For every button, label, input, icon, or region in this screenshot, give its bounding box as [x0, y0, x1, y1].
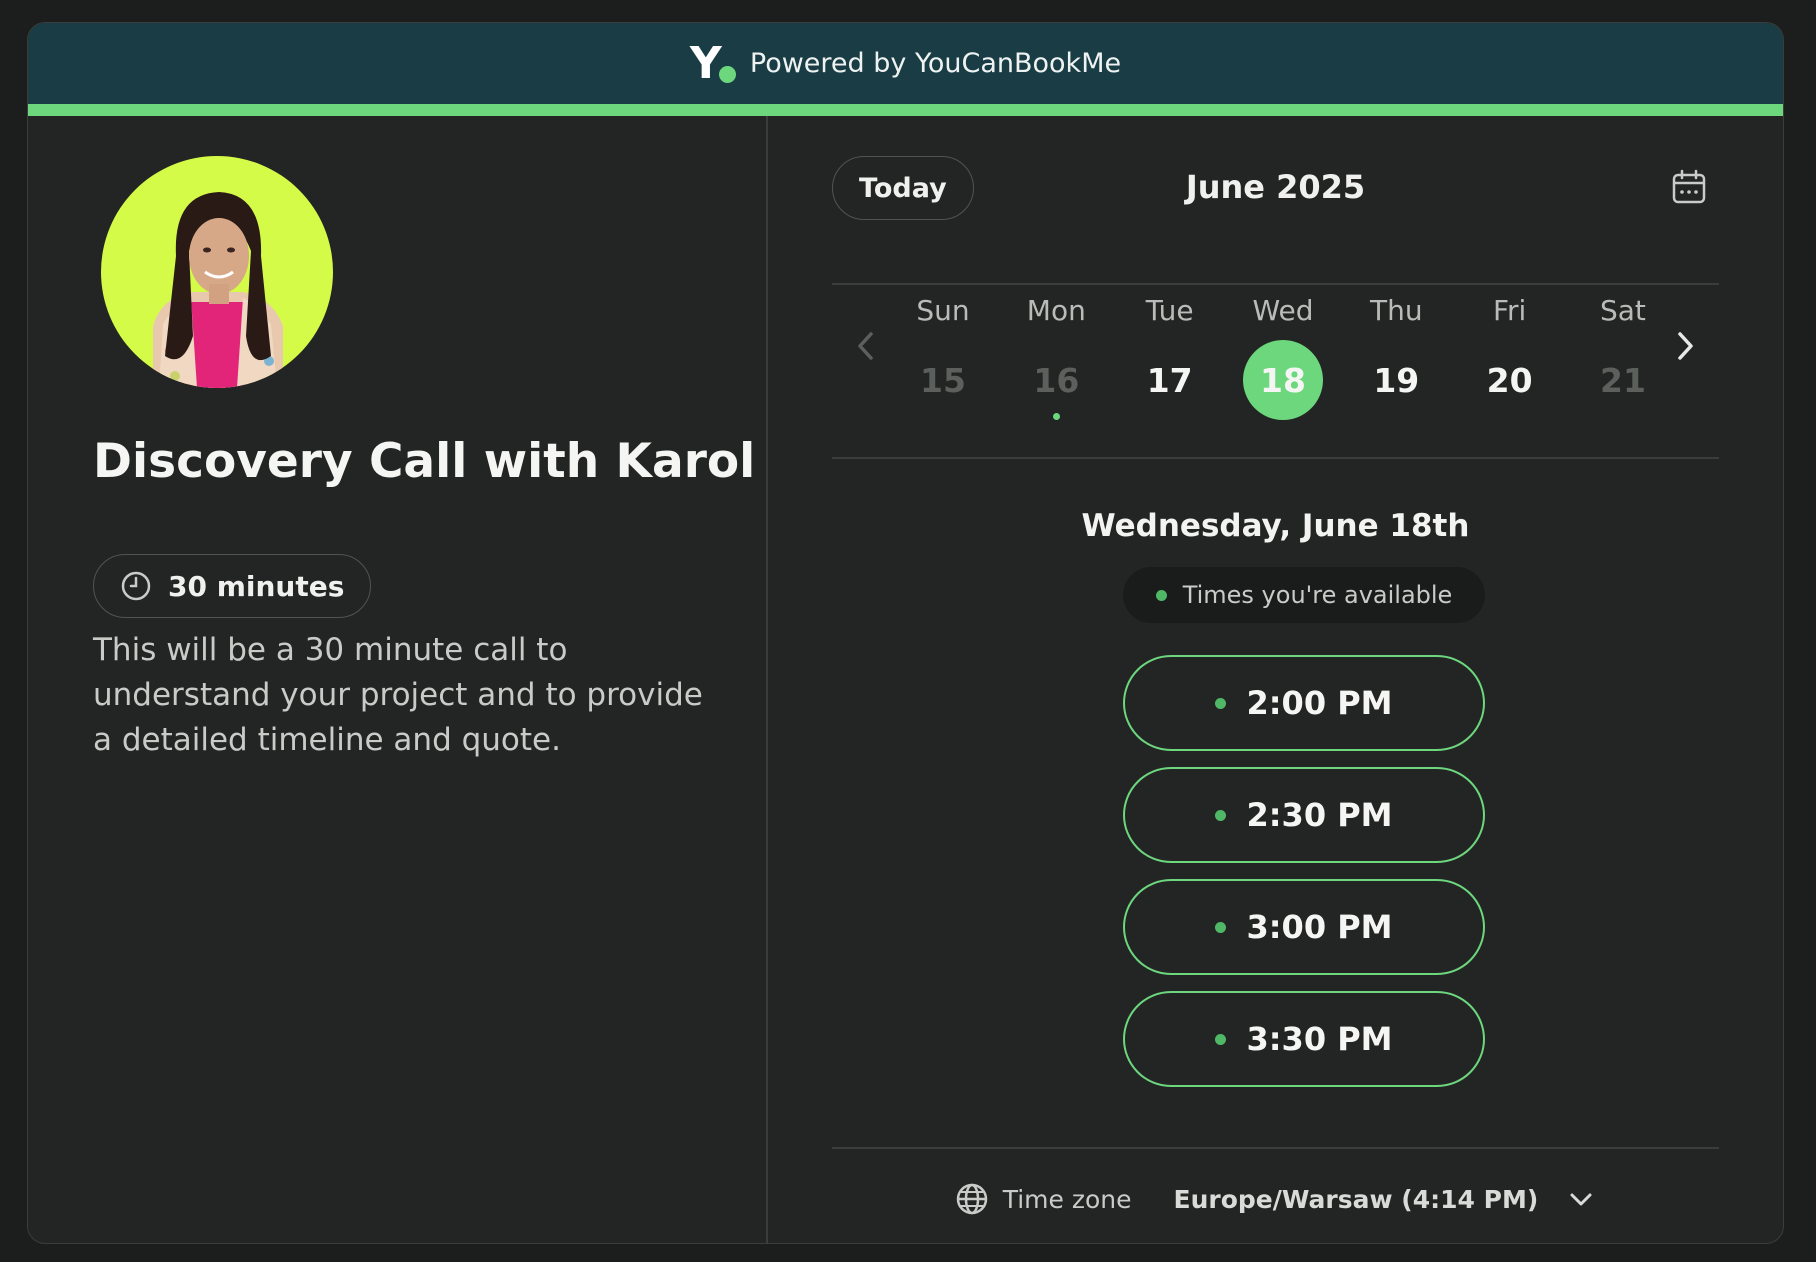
time-slot-button[interactable]: 3:00 PM — [1123, 879, 1485, 975]
availability-dot — [1215, 697, 1227, 709]
month-label: June 2025 — [1185, 168, 1366, 206]
day-wed[interactable]: Wed 18 — [1242, 294, 1323, 420]
day-name: Sun — [916, 294, 970, 327]
timezone-value[interactable]: Europe/Warsaw (4:14 PM) — [1174, 1185, 1539, 1214]
chevron-left-icon[interactable] — [851, 326, 881, 366]
availability-legend: Times you're available — [1123, 567, 1485, 623]
legend-label: Times you're available — [1182, 581, 1453, 609]
selected-date-heading: Wednesday, June 18th — [1081, 508, 1470, 544]
time-slot-label: 3:00 PM — [1246, 908, 1393, 946]
day-name: Sat — [1600, 294, 1646, 327]
avatar — [101, 156, 333, 388]
day-name: Thu — [1370, 294, 1423, 327]
availability-dot — [1215, 1033, 1227, 1045]
duration-label: 30 minutes — [168, 569, 345, 603]
day-number[interactable]: 18 — [1242, 340, 1323, 420]
time-slot-button[interactable]: 3:30 PM — [1123, 991, 1485, 1087]
day-name: Mon — [1026, 294, 1086, 327]
availability-dot — [1215, 921, 1227, 933]
time-slot-label: 3:30 PM — [1246, 1020, 1393, 1058]
day-fri[interactable]: Fri 20 — [1470, 294, 1550, 420]
day-number[interactable]: 20 — [1470, 340, 1550, 420]
divider — [832, 283, 1719, 285]
globe-icon — [956, 1183, 987, 1215]
event-title: Discovery Call with Karol — [93, 434, 756, 489]
divider — [832, 457, 1719, 459]
divider — [832, 1147, 1719, 1149]
event-details-panel: Discovery Call with Karol 30 minutes Thi… — [28, 116, 768, 1243]
chevron-down-icon[interactable] — [1566, 1184, 1596, 1214]
day-sun: Sun 15 — [903, 294, 983, 420]
timezone-label: Time zone — [1002, 1184, 1132, 1214]
day-mon: Mon 16 — [1016, 294, 1096, 420]
time-slot-label: 2:30 PM — [1246, 796, 1393, 834]
day-number: 15 — [920, 360, 966, 400]
chevron-right-icon[interactable] — [1670, 326, 1700, 366]
event-description: This will be a 30 minute call to underst… — [93, 632, 703, 758]
duration-badge: 30 minutes — [93, 554, 372, 618]
day-name: Tue — [1145, 294, 1194, 327]
day-number[interactable]: 17 — [1130, 340, 1210, 420]
day-thu[interactable]: Thu 19 — [1356, 294, 1436, 420]
day-sat: Sat 21 — [1583, 294, 1663, 420]
time-slot-button[interactable]: 2:00 PM — [1123, 655, 1485, 751]
powered-by-text: Powered by YouCanBookMe — [749, 48, 1122, 79]
booking-card: Y Powered by YouCanBookMe Discovery Call… — [27, 22, 1784, 1244]
day-tue[interactable]: Tue 17 — [1130, 294, 1210, 420]
youcanbookme-logo: Y — [690, 41, 736, 85]
host-photo — [153, 192, 283, 388]
week-strip: Sun 15 Mon 16 Tue 17 Wed 18 Thu 19 Fri 2… — [903, 294, 1663, 420]
calendar-icon[interactable] — [1671, 169, 1707, 205]
day-number: 21 — [1600, 360, 1646, 400]
time-slot-button[interactable]: 2:30 PM — [1123, 767, 1485, 863]
day-number: 16 — [1033, 360, 1080, 400]
time-slot-label: 2:00 PM — [1246, 684, 1393, 722]
powered-by-banner[interactable]: Y Powered by YouCanBookMe — [28, 23, 1783, 116]
scheduler-panel: Today June 2025 Sun 15 Mon 16 Tue 17 Wed… — [768, 116, 1783, 1243]
availability-dot — [1215, 809, 1227, 821]
time-slot-list: 2:00 PM 2:30 PM 3:00 PM 3:30 PM — [1123, 655, 1485, 1103]
legend-dot — [1155, 589, 1167, 601]
day-name: Wed — [1252, 294, 1314, 327]
clock-icon — [121, 571, 151, 601]
day-number[interactable]: 19 — [1356, 340, 1436, 420]
day-name: Fri — [1492, 294, 1527, 327]
timezone-selector[interactable]: Time zone Europe/Warsaw (4:14 PM) — [768, 1182, 1783, 1216]
